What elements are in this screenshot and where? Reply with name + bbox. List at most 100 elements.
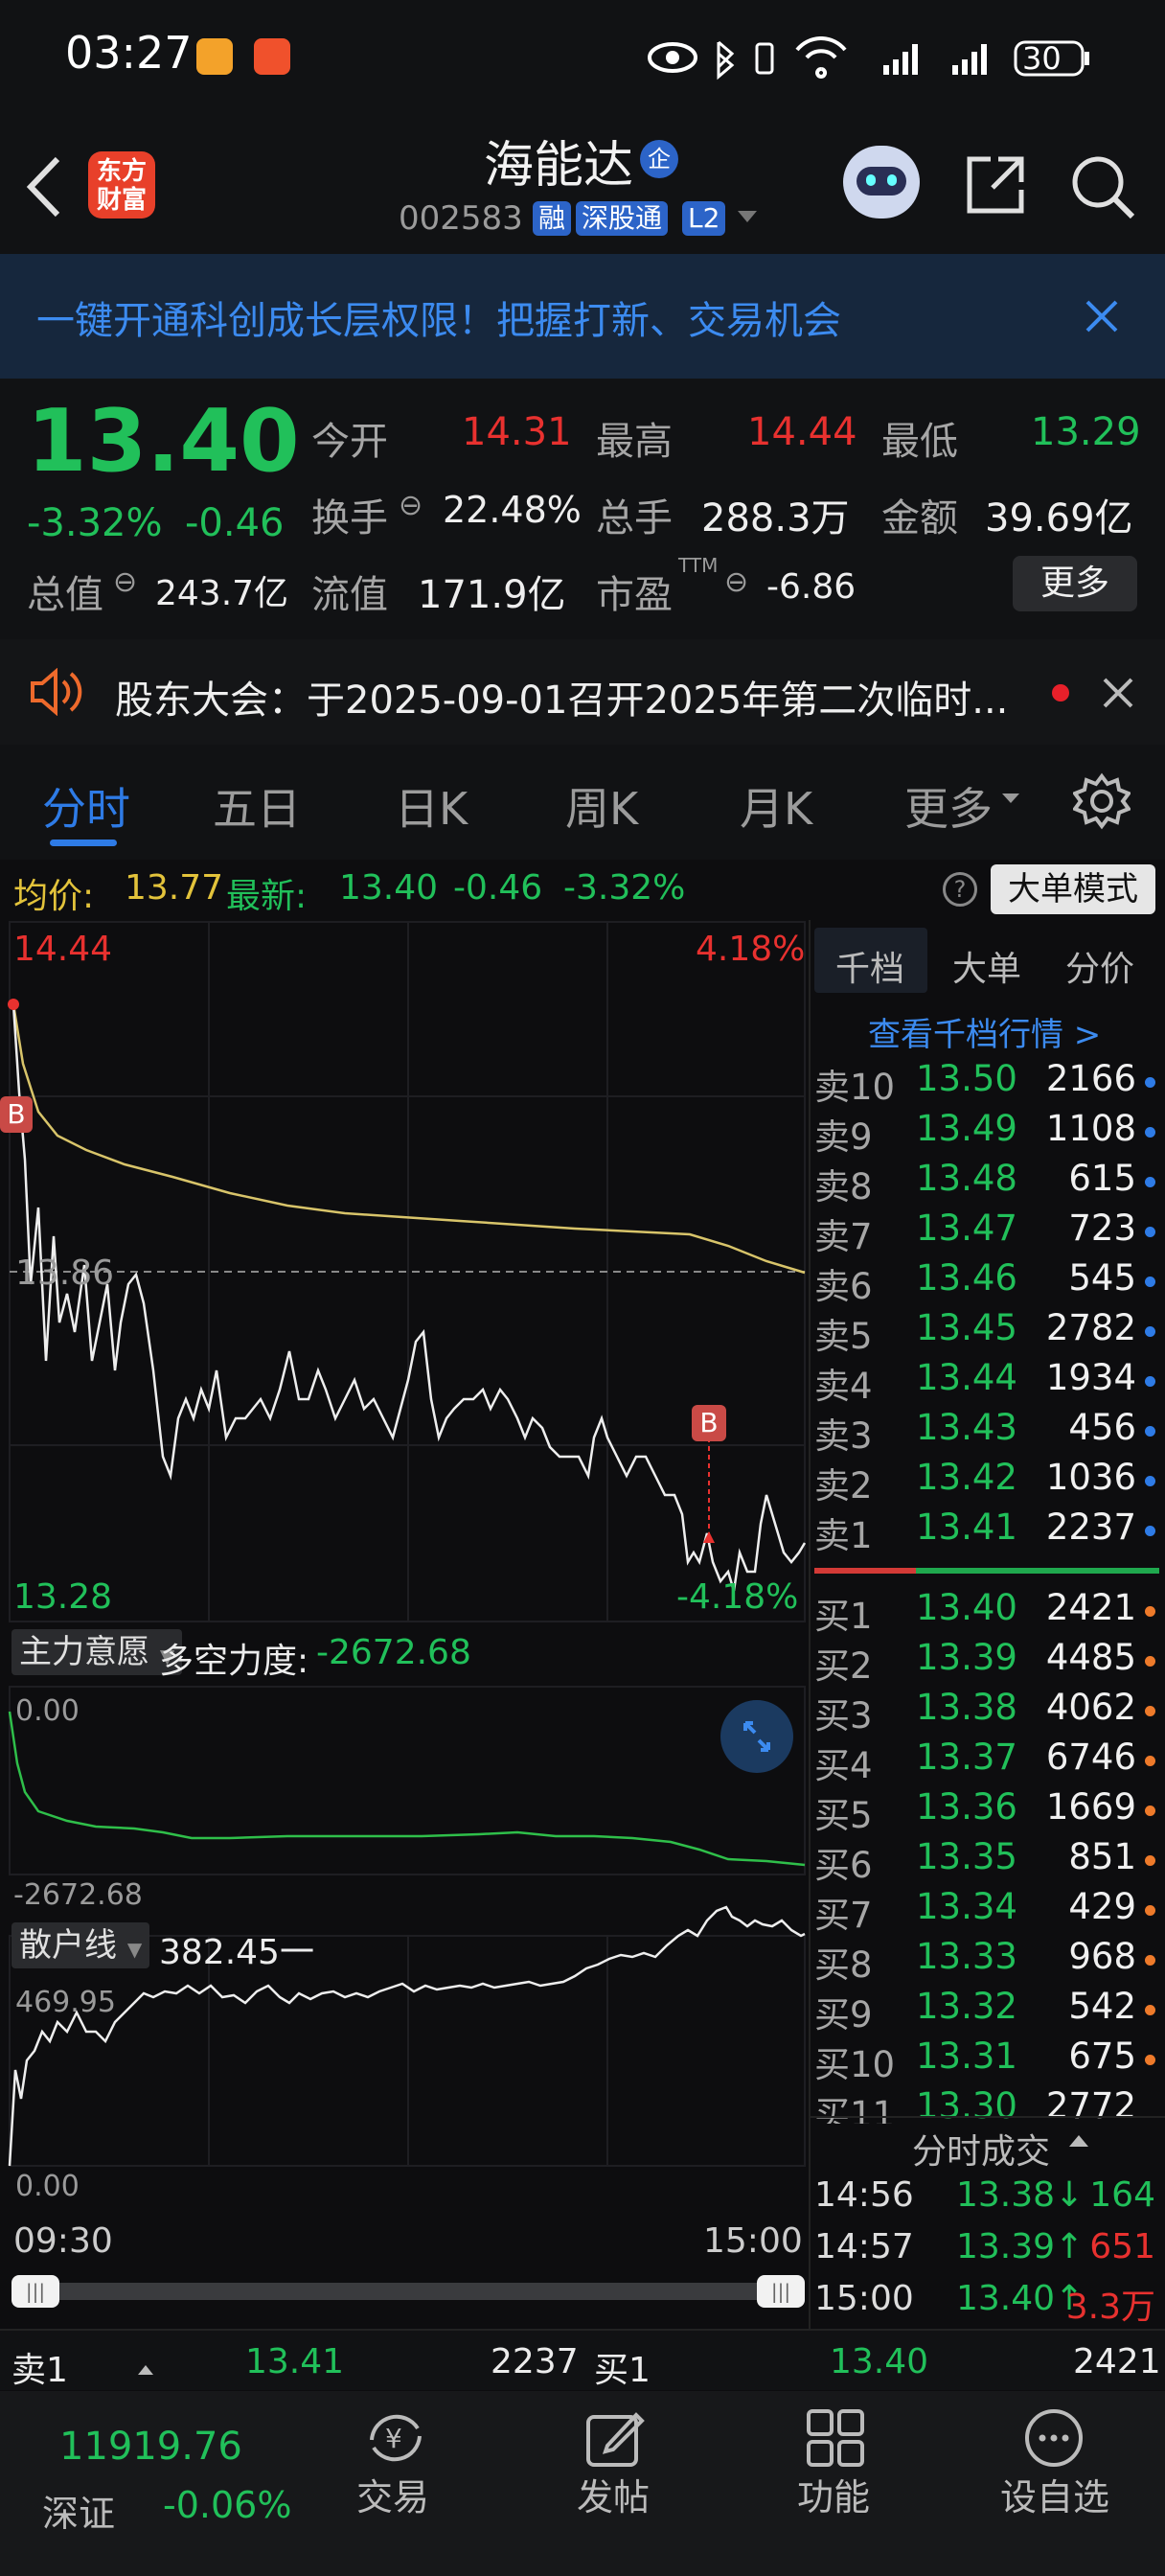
index-value[interactable]: 11919.76 (59, 2425, 242, 2469)
chevron-up-icon[interactable] (136, 2363, 155, 2377)
bid-row[interactable]: 买7 13.34 429 (814, 1886, 1159, 1936)
bid-row[interactable]: 买9 13.32 542 (814, 1986, 1159, 2036)
index-change[interactable]: -0.06% (163, 2484, 291, 2526)
indicator-selector[interactable]: 主力意愿 ▼ (11, 1629, 183, 1675)
trade-volume: 3.3万 (1065, 2288, 1155, 2327)
expand-icon[interactable] (720, 1700, 793, 1773)
tab-price-distribution[interactable]: 分价 (1065, 941, 1134, 991)
tab-big-orders[interactable]: 大单 (952, 941, 1021, 991)
prev-close-label: 13.86 (15, 1254, 115, 1293)
compose-post-icon[interactable] (584, 2407, 646, 2469)
bid-row[interactable]: 买4 13.37 6746 (814, 1736, 1159, 1786)
functions-grid-icon[interactable] (805, 2407, 866, 2469)
nav-post[interactable]: 发帖 (577, 2468, 650, 2520)
chevron-up-icon[interactable] (1067, 2133, 1090, 2149)
bid-price: 13.30 (916, 2085, 1017, 2124)
strength-value: -2672.68 (316, 1633, 471, 1672)
order-dot (1145, 1905, 1155, 1916)
nav-trade[interactable]: 交易 (356, 2468, 429, 2520)
close-icon[interactable] (1102, 677, 1134, 709)
ask-row[interactable]: 卖7 13.47 723 (814, 1208, 1159, 1257)
notice-text[interactable]: 股东大会：于2025-09-01召开2025年第二次临时... (115, 669, 1008, 724)
low-value: 13.29 (1031, 410, 1141, 454)
order-dot (1145, 1706, 1155, 1716)
chevron-down-icon[interactable] (736, 209, 759, 224)
order-dot (1145, 1426, 1155, 1437)
bid-price: 13.36 (916, 1786, 1017, 1828)
tab-more[interactable]: 更多 (904, 774, 993, 838)
help-icon[interactable]: ? (943, 872, 977, 907)
ask-price: 13.43 (916, 1407, 1017, 1448)
back-icon[interactable] (23, 153, 65, 220)
indicator-selector[interactable]: 散户线 ▼ (11, 1922, 150, 1968)
tab-weekly-k[interactable]: 周K (565, 774, 638, 838)
index-name[interactable]: 深证 (42, 2484, 115, 2537)
banner-text[interactable]: 一键开通科创成长层权限！把握打新、交易机会 (36, 289, 841, 345)
tab-five-day[interactable]: 五日 (213, 774, 301, 838)
bid-row[interactable]: 买10 13.31 675 (814, 2036, 1159, 2085)
ask-row[interactable]: 卖6 13.46 545 (814, 1257, 1159, 1307)
trade-yen-icon[interactable]: ¥ (362, 2407, 429, 2469)
bid-level: 买4 (814, 1745, 873, 1786)
nav-watchlist[interactable]: 设自选 (1000, 2468, 1109, 2520)
ask-level: 卖5 (814, 1316, 873, 1357)
latest-change: -0.46 (453, 868, 543, 908)
ask-row[interactable]: 卖3 13.43 456 (814, 1407, 1159, 1457)
tab-intraday[interactable]: 分时 (42, 774, 130, 838)
bid-row[interactable]: 买11 13.30 2772 (814, 2085, 1159, 2124)
bid-row[interactable]: 买1 13.40 2421 (814, 1587, 1159, 1637)
last-price: 13.40 (27, 391, 300, 492)
chevron-down-icon[interactable] (1000, 792, 1021, 805)
trades-title[interactable]: 分时成交 (912, 2124, 1050, 2174)
signal-icon (952, 44, 987, 75)
volume-value: 288.3万 (701, 496, 850, 540)
info-icon[interactable]: ⊖ (399, 489, 423, 522)
bid-level: 买7 (814, 1895, 873, 1936)
view-order-book-link[interactable]: 查看千档行情 > (868, 1008, 1101, 1055)
amount-label: 金额 (881, 496, 958, 540)
bid-qty: 851 (1068, 1836, 1136, 1877)
ask-row[interactable]: 卖2 13.42 1036 (814, 1457, 1159, 1506)
order-dot (1145, 1656, 1155, 1667)
more-button[interactable]: 更多 (1013, 556, 1137, 611)
tab-daily-k[interactable]: 日K (395, 774, 468, 838)
add-watchlist-icon[interactable] (1023, 2407, 1085, 2469)
bid-row[interactable]: 买3 13.38 4062 (814, 1687, 1159, 1736)
share-icon[interactable] (964, 153, 1027, 217)
tab-order-book[interactable]: 千档 (835, 941, 904, 991)
buy-signal-marker[interactable]: B (0, 1096, 33, 1133)
bid-row[interactable]: 买5 13.36 1669 (814, 1786, 1159, 1836)
robot-assistant-icon[interactable] (843, 146, 920, 218)
slider-handle-left[interactable]: ||| (11, 2275, 59, 2308)
sell1-qty: 2237 (491, 2342, 579, 2381)
close-icon[interactable] (1085, 299, 1119, 334)
ask-row[interactable]: 卖10 13.50 2166 (814, 1058, 1159, 1108)
chart-low-label: 13.28 (13, 1577, 113, 1617)
ask-row[interactable]: 卖1 13.41 2237 (814, 1506, 1159, 1556)
bid-row[interactable]: 买8 13.33 968 (814, 1936, 1159, 1986)
order-dot (1145, 1526, 1155, 1536)
ask-row[interactable]: 卖5 13.45 2782 (814, 1307, 1159, 1357)
search-icon[interactable] (1069, 153, 1136, 220)
buy-signal-marker[interactable]: B (692, 1405, 726, 1441)
time-range-slider[interactable] (13, 2283, 805, 2300)
eastmoney-logo[interactable]: 东方 财富 (88, 151, 155, 218)
order-dot (1145, 1606, 1155, 1617)
settings-gear-icon[interactable] (1073, 772, 1131, 830)
ask-row[interactable]: 卖4 13.44 1934 (814, 1357, 1159, 1407)
slider-handle-right[interactable]: ||| (757, 2275, 805, 2308)
bid-row[interactable]: 买6 13.35 851 (814, 1836, 1159, 1886)
bid-row[interactable]: 买2 13.39 4485 (814, 1637, 1159, 1687)
float-value: 171.9亿 (418, 573, 566, 617)
info-icon[interactable]: ⊖ (113, 565, 137, 599)
ask-row[interactable]: 卖8 13.48 615 (814, 1158, 1159, 1208)
wifi-icon (795, 36, 847, 79)
trade-price: 13.39↑ (956, 2227, 1085, 2266)
nav-functions[interactable]: 功能 (797, 2468, 870, 2520)
big-order-mode-button[interactable]: 大单模式 (991, 864, 1155, 914)
info-icon[interactable]: ⊖ (724, 565, 748, 599)
vibrate-icon (755, 42, 774, 75)
tab-monthly-k[interactable]: 月K (740, 774, 812, 838)
ask-row[interactable]: 卖9 13.49 1108 (814, 1108, 1159, 1158)
bid-level: 买6 (814, 1845, 873, 1886)
